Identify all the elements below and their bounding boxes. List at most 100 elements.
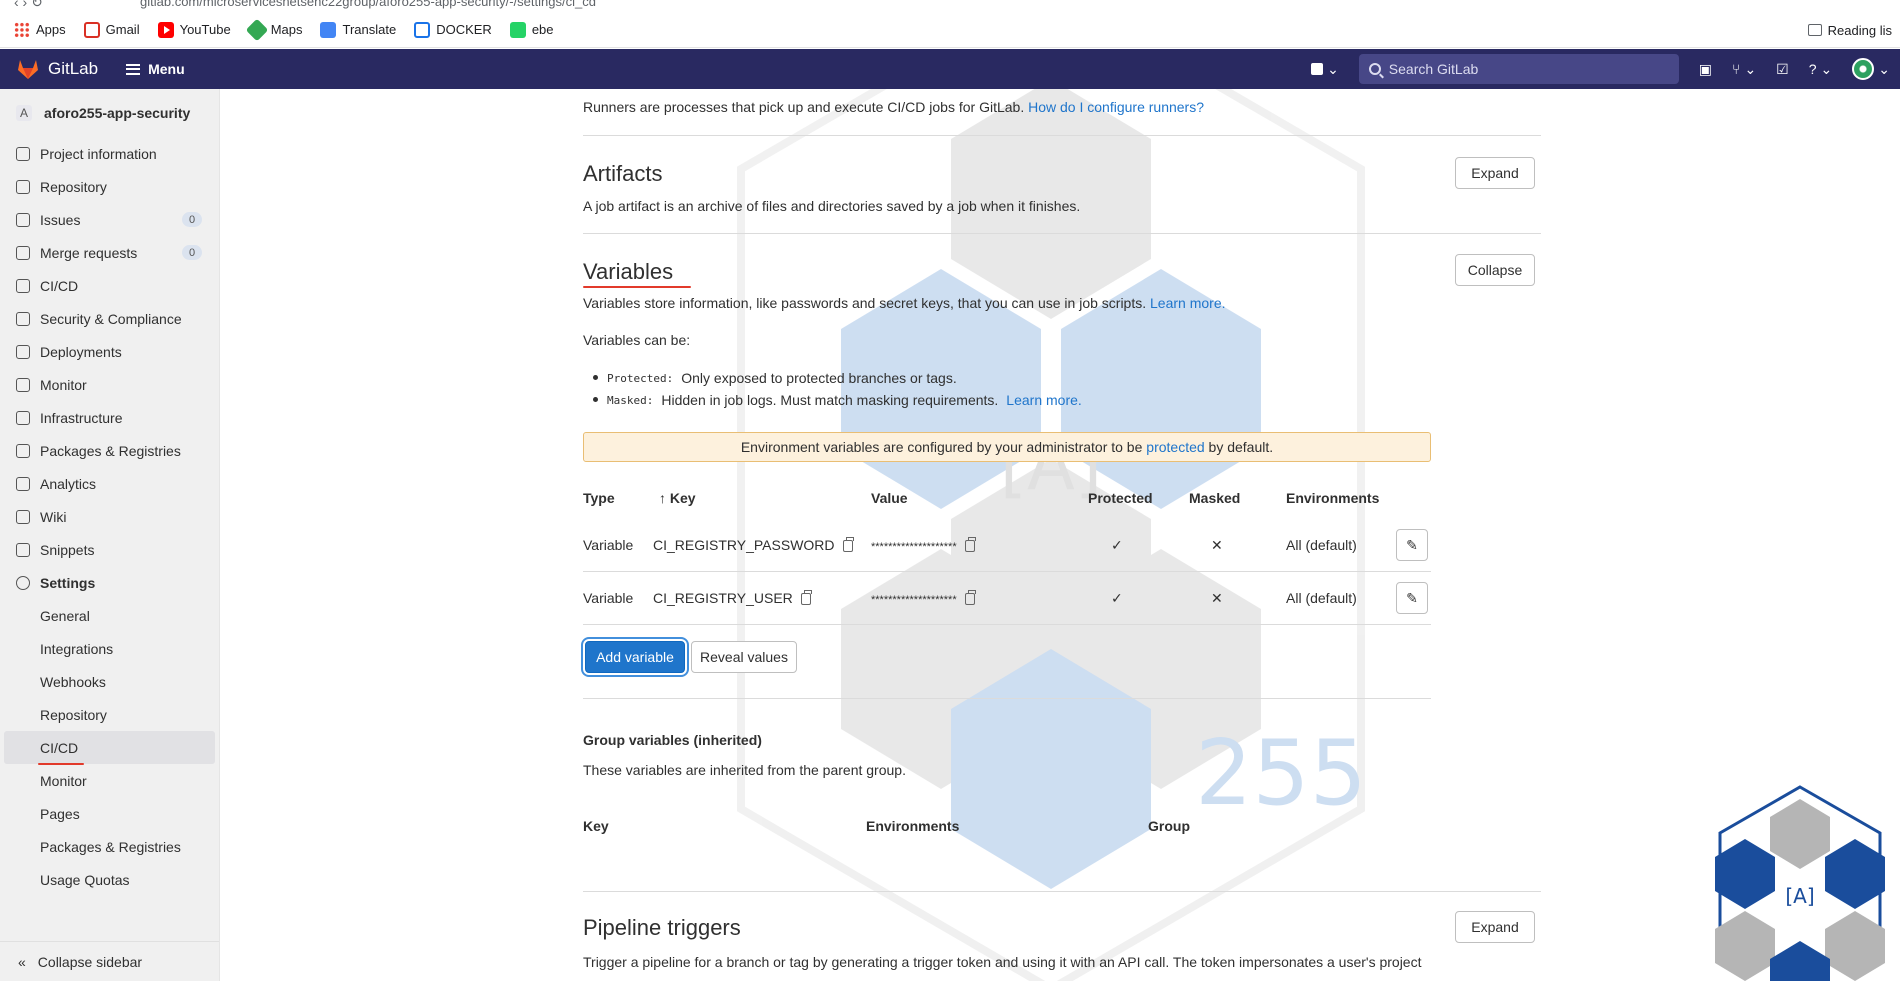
sidebar-item-merge-requests[interactable]: Merge requests 0 [0, 236, 219, 269]
sidebar-item-snippets[interactable]: Snippets [0, 533, 219, 566]
variables-description: Variables store information, like passwo… [583, 295, 1226, 311]
artifacts-expand-button[interactable]: Expand [1455, 157, 1535, 189]
search-box[interactable] [1358, 54, 1679, 84]
sidebar-item-project-information[interactable]: Project information [0, 137, 219, 170]
merge-requests-count-badge: 0 [182, 245, 202, 260]
sidebar-sub-pages[interactable]: Pages [0, 797, 219, 830]
deploy-icon [16, 344, 30, 359]
row2-value: ******************** [871, 590, 976, 606]
gitlab-logo[interactable]: GitLab [16, 58, 98, 80]
sidebar-sub-general[interactable]: General [0, 599, 219, 632]
sidebar-sub-usage-quotas[interactable]: Usage Quotas [0, 863, 219, 896]
list-item: Masked: Hidden in job logs. Must match ma… [593, 389, 1082, 411]
chevron-down-icon: ⌄ [1878, 60, 1890, 77]
row2-key: CI_REGISTRY_USER [653, 590, 812, 606]
bookmark-gmail[interactable]: Gmail [83, 21, 140, 38]
sidebar-item-cicd[interactable]: CI/CD [0, 269, 219, 302]
whatsapp-icon [509, 21, 526, 38]
issues-topbar-icon[interactable]: ▣ [1699, 61, 1712, 78]
column-header-type: Type [583, 490, 615, 506]
annotation-underline-variables [583, 286, 691, 288]
info-icon [16, 146, 30, 161]
pencil-icon: ✎ [1406, 589, 1418, 606]
browser-url[interactable]: gitlab.com/microservicesnetsehc22group/a… [140, 0, 596, 9]
sidebar-item-packages[interactable]: Packages & Registries [0, 434, 219, 467]
add-variable-button[interactable]: Add variable [585, 641, 685, 673]
cloud-icon [16, 410, 30, 425]
artifacts-title: Artifacts [583, 161, 663, 186]
search-input[interactable] [1388, 61, 1669, 77]
main-content: [A] 255 Runners are processes that pick … [221, 89, 1900, 981]
book-icon [16, 509, 30, 524]
bookmark-maps[interactable]: Maps [245, 18, 302, 41]
sidebar-item-monitor[interactable]: Monitor [0, 368, 219, 401]
merge-requests-topbar-icon[interactable]: ⑂ ⌄ [1732, 61, 1756, 78]
doc-icon [16, 179, 30, 194]
column-header-key[interactable]: ↑ Key [659, 490, 696, 506]
bookmark-docker[interactable]: DOCKER [414, 21, 492, 38]
sidebar-sub-integrations[interactable]: Integrations [0, 632, 219, 665]
sidebar-sub-packages[interactable]: Packages & Registries [0, 830, 219, 863]
divider [583, 891, 1541, 892]
pencil-icon: ✎ [1406, 536, 1418, 553]
column-header-environments: Environments [1286, 490, 1380, 506]
sidebar-item-security[interactable]: Security & Compliance [0, 302, 219, 335]
divider [583, 233, 1541, 234]
sidebar-item-deployments[interactable]: Deployments [0, 335, 219, 368]
sidebar-sub-monitor[interactable]: Monitor [0, 764, 219, 797]
copy-icon[interactable] [964, 537, 976, 553]
row1-edit-button[interactable]: ✎ [1396, 529, 1428, 561]
row2-protected: ✓ [1111, 590, 1123, 606]
plus-square-icon [1311, 63, 1324, 75]
bookmark-apps[interactable]: Apps [14, 21, 66, 38]
bookmark-ebe[interactable]: ebe [509, 21, 554, 38]
row-divider [583, 571, 1431, 572]
menu-button[interactable]: Menu [126, 61, 185, 77]
help-icon[interactable]: ? ⌄ [1809, 61, 1833, 78]
browser-nav-icons[interactable]: ‹ › ↻ [14, 0, 43, 11]
runners-description: Runners are processes that pick up and e… [583, 99, 1204, 115]
package-icon [16, 443, 30, 458]
runners-help-link[interactable]: How do I configure runners? [1028, 99, 1204, 115]
sidebar-sub-webhooks[interactable]: Webhooks [0, 665, 219, 698]
sidebar-item-analytics[interactable]: Analytics [0, 467, 219, 500]
variables-collapse-button[interactable]: Collapse [1455, 254, 1535, 286]
bookmark-translate[interactable]: Translate [320, 21, 396, 38]
pipeline-triggers-expand-button[interactable]: Expand [1455, 911, 1535, 943]
row1-value: ******************** [871, 537, 976, 553]
variables-options-list: Protected: Only exposed to protected bran… [593, 367, 1082, 411]
bookmark-youtube[interactable]: YouTube [157, 21, 231, 38]
sidebar-item-wiki[interactable]: Wiki [0, 500, 219, 533]
apps-icon [14, 21, 30, 38]
masking-learn-more-link[interactable]: Learn more. [1006, 392, 1081, 408]
sidebar-item-infrastructure[interactable]: Infrastructure [0, 401, 219, 434]
sidebar-sub-repository[interactable]: Repository [0, 698, 219, 731]
hamburger-icon [126, 63, 141, 75]
row2-masked: ✕ [1211, 590, 1223, 606]
sidebar-item-settings[interactable]: Settings [0, 566, 219, 599]
collapse-sidebar-button[interactable]: « Collapse sidebar [0, 941, 219, 981]
protected-link[interactable]: protected [1146, 439, 1204, 455]
reading-list[interactable]: Reading lis [1807, 12, 1892, 48]
monitor-icon [16, 377, 30, 392]
sidebar-sub-cicd[interactable]: CI/CD [4, 731, 215, 764]
list-item: Protected: Only exposed to protected bran… [593, 367, 1082, 389]
artifacts-description: A job artifact is an archive of files an… [583, 198, 1081, 214]
sidebar-item-repository[interactable]: Repository [0, 170, 219, 203]
row1-environments: All (default) [1286, 537, 1357, 553]
browser-address-bar[interactable]: ‹ › ↻ gitlab.com/microservicesnetsehc22g… [0, 0, 1900, 12]
copy-icon[interactable] [800, 590, 812, 606]
user-menu[interactable]: ⌄ [1852, 58, 1890, 80]
variables-learn-more-link[interactable]: Learn more. [1150, 295, 1225, 311]
sidebar-item-issues[interactable]: Issues 0 [0, 203, 219, 236]
new-dropdown[interactable]: ⌄ [1311, 61, 1339, 78]
gear-icon [16, 575, 30, 590]
todo-icon[interactable]: ☑ [1776, 61, 1789, 78]
annotation-underline-cicd [38, 763, 84, 765]
group-variables-title: Group variables (inherited) [583, 732, 762, 748]
copy-icon[interactable] [964, 590, 976, 606]
row2-edit-button[interactable]: ✎ [1396, 582, 1428, 614]
sidebar-project-header[interactable]: A aforo255-app-security [0, 89, 219, 137]
copy-icon[interactable] [842, 537, 854, 553]
reveal-values-button[interactable]: Reveal values [691, 641, 797, 673]
